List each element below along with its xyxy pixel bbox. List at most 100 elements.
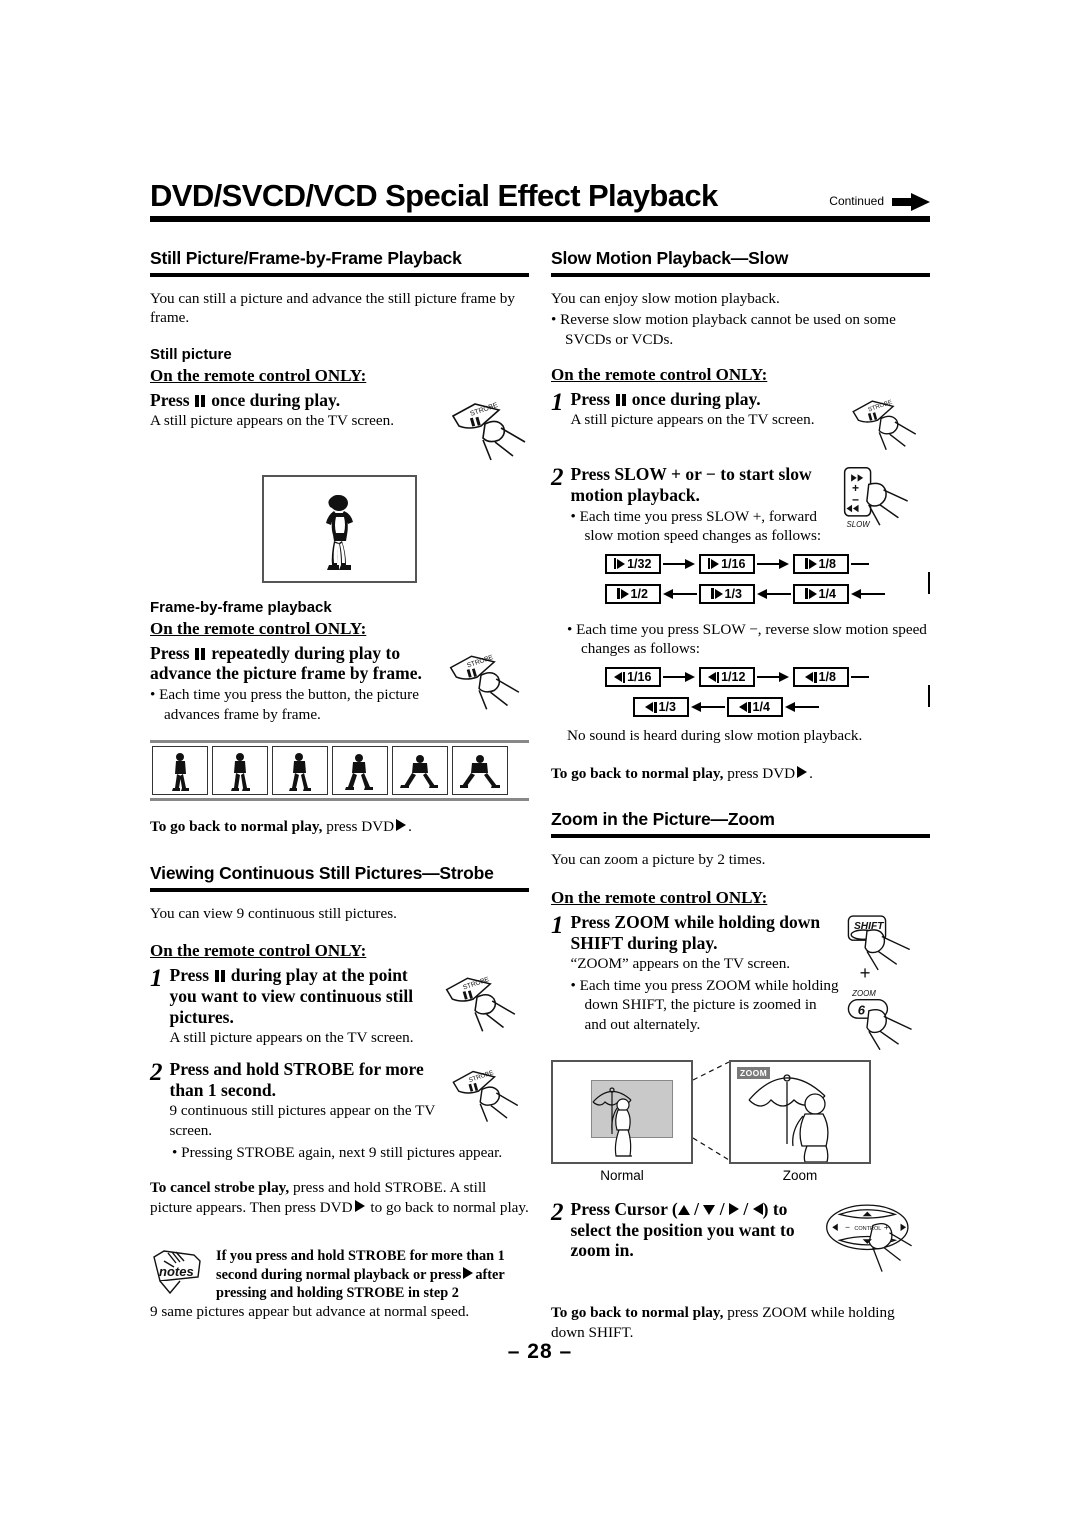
pause-icon: [214, 970, 225, 983]
reverse-slow-speed-flow: 1/16 1/12 1/8 1/3 1/4: [605, 667, 930, 718]
tv-screen-normal: [551, 1059, 693, 1164]
pause-icon: [195, 647, 206, 660]
section-heading-zoom: Zoom in the Picture—Zoom: [551, 809, 775, 830]
page-title: DVD/SVCD/VCD Special Effect Playback: [150, 178, 718, 213]
speed-value: 1/4: [752, 700, 770, 715]
strobe-button-press-illustration-2: STROBE: [439, 643, 523, 715]
back-to-normal-bold: To go back to normal play,: [551, 1303, 724, 1321]
remote-only-label-5: On the remote control ONLY:: [551, 887, 768, 907]
speed-value: 1/4: [818, 586, 836, 601]
instruction-frame-post: repeatedly during play to advance the pi…: [150, 642, 422, 684]
strobe-step2-bullet-text: Pressing STROBE again, next 9 still pict…: [181, 1143, 503, 1161]
zoom-step1-row: 1 Press ZOOM while holding down SHIFT du…: [551, 912, 930, 1052]
flow-connector: [851, 562, 869, 565]
speed-box: 1/8: [793, 553, 849, 574]
reverse-flow-row-1: 1/16 1/12 1/8: [605, 667, 930, 688]
notes-bold-1: If you press and hold STROBE for more th…: [216, 1248, 505, 1283]
section2-intro: You can view 9 continuous still pictures…: [150, 904, 397, 922]
zoom-step2-row: 2 Press Cursor ( / / / ) to select the p…: [551, 1199, 930, 1287]
instruction-still-pre: Press: [150, 389, 190, 410]
zoom-step1-result: “ZOOM” appears on the TV screen.: [570, 955, 791, 973]
speed-value: 1/16: [721, 556, 746, 571]
speed-value: 1/3: [724, 586, 742, 601]
speed-value: 1/12: [721, 670, 746, 685]
two-column-body: Still Picture/Frame-by-Frame Playback Yo…: [150, 248, 930, 1345]
play-icon: [463, 1266, 474, 1279]
back-to-normal-play-1: To go back to normal play, press DVD.: [150, 818, 412, 836]
film-frame: [452, 746, 508, 796]
speed-value: 1/8: [818, 670, 836, 685]
play-icon: [797, 765, 808, 778]
instruction-frame-by-frame: Press repeatedly during play to advance …: [150, 643, 435, 684]
zoom-step1-bullet: • Each time you press ZOOM while holding…: [570, 976, 839, 1034]
step-number: 1: [150, 965, 163, 993]
frame-by-frame-bullet: • Each time you press the button, the pi…: [150, 686, 419, 723]
tv-screen-still-picture: [262, 474, 417, 583]
slow-step1-pre: Press: [570, 389, 611, 410]
section3-intro-bullet-text: Reverse slow motion playback cannot be u…: [560, 311, 896, 348]
zoom-view-column: ZOOM Zoom: [729, 1059, 871, 1183]
remote-only-label-4: On the remote control ONLY:: [551, 365, 768, 385]
still-picture-result: A still picture appears on the TV screen…: [150, 412, 395, 430]
back-to-normal-bold: To go back to normal play,: [150, 818, 323, 836]
section4-intro: You can zoom a picture by 2 times.: [551, 851, 766, 869]
zoom-step1-text: Press ZOOM while holding down SHIFT duri…: [570, 911, 821, 953]
speed-box: 1/12: [699, 667, 755, 688]
instruction-frame-pre: Press: [150, 642, 190, 663]
pause-icon: [195, 394, 206, 407]
forward-slow-speed-flow: 1/32 1/16 1/8 1/2 1/3 1/4: [605, 553, 930, 604]
notes-text: If you press and hold STROBE for more th…: [216, 1247, 529, 1301]
strobe-step2-result: 9 continuous still pictures appear on th…: [169, 1102, 436, 1139]
continued-label: Continued: [829, 194, 884, 209]
frame-bullet-text: Each time you press the button, the pict…: [159, 686, 419, 723]
subhead-frame-by-frame: Frame-by-frame playback: [150, 598, 332, 616]
speed-box: 1/8: [793, 667, 849, 688]
back-to-normal-rest: press DVD: [326, 818, 395, 836]
svg-text:−: −: [852, 493, 859, 507]
forward-flow-row-1: 1/32 1/16 1/8: [605, 553, 930, 574]
back-to-normal-rest: press DVD: [727, 764, 796, 782]
section1-intro: You can still a picture and advance the …: [150, 289, 515, 327]
shift-label: SHIFT: [854, 921, 884, 932]
step-number: 2: [551, 1198, 564, 1226]
section-heading-slow-motion: Slow Motion Playback—Slow: [551, 247, 789, 268]
notes-icon: notes: [150, 1247, 208, 1295]
left-column: Still Picture/Frame-by-Frame Playback Yo…: [150, 248, 529, 1345]
strobe-button-hold-illustration: STROBE: [440, 1059, 524, 1127]
slow-step2-bullet-text: Each time you press SLOW +, forward slow…: [579, 507, 822, 545]
zoom-step-1: 1 Press ZOOM while holding down SHIFT du…: [551, 912, 841, 1035]
flow-arrow-right-icon: [663, 671, 697, 683]
strobe-step1-row: 1 Press during play at the point you wan…: [150, 965, 529, 1050]
flow-arrow-left-icon: [691, 701, 725, 713]
strobe-step-1: 1 Press during play at the point you wan…: [150, 965, 435, 1050]
continued-indicator: Continued: [829, 192, 930, 211]
frame-by-frame-instruction-row: Press repeatedly during play to advance …: [150, 643, 529, 725]
speed-box: 1/3: [633, 697, 689, 718]
play-icon: [396, 819, 407, 832]
speed-value: 1/32: [627, 556, 652, 571]
manual-page: DVD/SVCD/VCD Special Effect Playback Con…: [150, 178, 930, 1345]
instruction-still-post: once during play.: [211, 389, 341, 410]
reverse-slow-bullet: • Each time you press SLOW −, reverse sl…: [567, 620, 927, 658]
control-label: CONTROL: [854, 1226, 881, 1232]
cursor-left-icon: [752, 1202, 763, 1215]
reverse-flow-row-2: 1/3 1/4: [633, 697, 930, 718]
play-icon: [354, 1199, 365, 1212]
flow-arrow-right-icon: [663, 558, 697, 570]
page-header: DVD/SVCD/VCD Special Effect Playback Con…: [150, 178, 930, 222]
back-to-normal-bold: To go back to normal play,: [551, 764, 724, 782]
zoom-label: ZOOM: [851, 989, 876, 998]
control-minus: −: [845, 1222, 850, 1232]
shift-zoom-button-illustration: SHIFT + ZOOM 6: [841, 912, 919, 1052]
strobe-button-press-illustration-3: STROBE: [435, 965, 519, 1037]
normal-caption: Normal: [600, 1167, 644, 1183]
instruction-still-picture: Press once during play.: [150, 390, 441, 411]
remote-only-label-1: On the remote control ONLY:: [150, 365, 367, 385]
flow-arrow-left-icon: [851, 588, 885, 600]
remote-only-label-3: On the remote control ONLY:: [150, 941, 367, 961]
remote-only-label-2: On the remote control ONLY:: [150, 618, 367, 638]
strobe-step1-text: Press during play at the point you want …: [170, 965, 414, 1027]
section-divider: [551, 272, 930, 277]
speed-value: 1/16: [627, 670, 652, 685]
right-column: Slow Motion Playback—Slow You can enjoy …: [551, 248, 930, 1345]
